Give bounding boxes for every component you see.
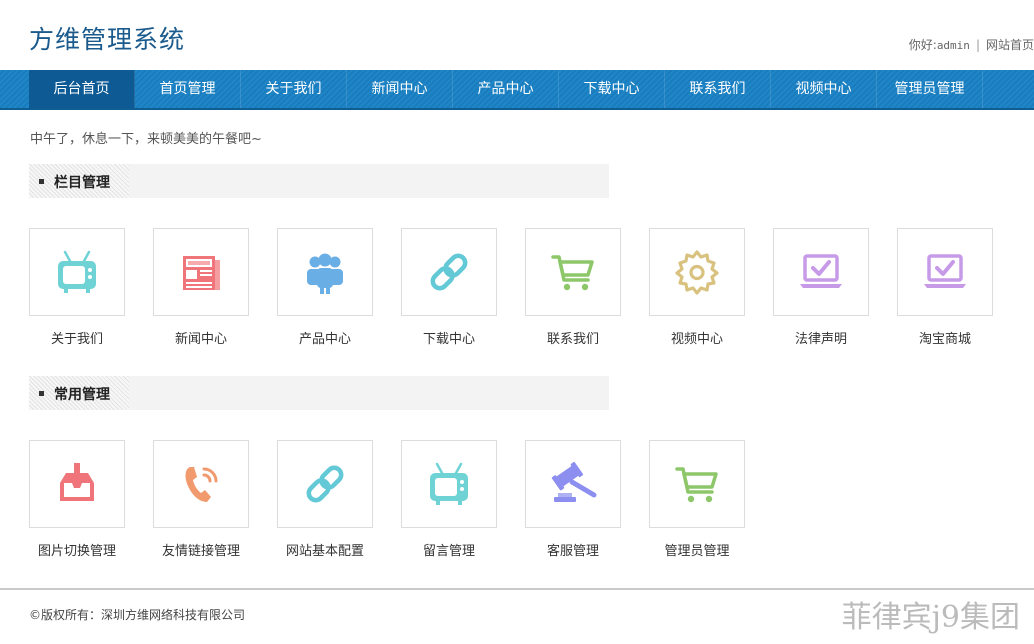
tile-tv[interactable]: 关于我们 [29,228,125,347]
section-header-common-management: 常用管理 [29,376,609,410]
nav-item-0[interactable]: 后台首页 [29,70,135,108]
laptop-check-icon [800,254,842,288]
tile-icon-box[interactable] [401,440,497,528]
footer-divider [0,588,1034,590]
site-title: 方维管理系统 [29,25,186,54]
nav-item-8[interactable]: 管理员管理 [877,70,983,108]
nav-item-6[interactable]: 联系我们 [665,70,771,108]
tile-gavel[interactable]: 客服管理 [525,440,621,559]
tv-icon [430,462,468,505]
tv-icon [58,250,96,293]
main-nav: 后台首页 首页管理 关于我们 新闻中心 产品中心 下载中心 联系我们 视频中心 管理员管理 [0,70,1034,110]
nav-list: 后台首页 首页管理 关于我们 新闻中心 产品中心 下载中心 联系我们 视频中心 管理员管理 [29,70,983,110]
section-header-column-management: 栏目管理 [29,164,609,198]
tile-label[interactable]: 视频中心 [649,328,745,347]
tile-label[interactable]: 新闻中心 [153,328,249,347]
username: admin [936,39,970,52]
column-management-grid: 关于我们 新闻中心 产品中心 下载中心 联系我们 视频中心 法律声明 淘宝商城 [29,228,1021,347]
gear-icon [675,250,719,295]
users-icon [307,253,343,294]
tile-laptop-check[interactable]: 淘宝商城 [897,228,993,347]
watermark-text: 菲律宾j9集团 [841,600,1020,635]
tile-label[interactable]: 产品中心 [277,328,373,347]
tile-label[interactable]: 留言管理 [401,540,497,559]
nav-item-2[interactable]: 关于我们 [241,70,347,108]
separator: | [975,38,980,52]
tile-icon-box[interactable] [525,228,621,316]
tile-icon-box[interactable] [773,228,869,316]
tile-label[interactable]: 客服管理 [525,540,621,559]
nav-item-3[interactable]: 新闻中心 [347,70,453,108]
tile-users[interactable]: 产品中心 [277,228,373,347]
greeting-message: 中午了，休息一下，来顿美美的午餐吧~ [30,132,262,147]
tile-icon-box[interactable] [897,228,993,316]
top-user-bar: 你好:admin | 网站首页 [909,36,1034,53]
tile-icon-box[interactable] [153,228,249,316]
header: 方维管理系统 你好:admin | 网站首页 [0,0,1034,70]
tile-icon-box[interactable] [29,228,125,316]
tile-icon-box[interactable] [401,228,497,316]
tile-icon-box[interactable] [649,440,745,528]
tile-icon-box[interactable] [29,440,125,528]
tile-icon-box[interactable] [277,440,373,528]
tile-phone[interactable]: 友情链接管理 [153,440,249,559]
common-management-grid: 图片切换管理 友情链接管理 网站基本配置 留言管理 客服管理 管理员管理 [29,440,773,559]
tile-link[interactable]: 下载中心 [401,228,497,347]
tile-label[interactable]: 下载中心 [401,328,497,347]
section-bullet [39,179,44,184]
section-title: 常用管理 [54,387,110,403]
section-bullet [39,391,44,396]
tile-label[interactable]: 网站基本配置 [277,540,373,559]
tile-label[interactable]: 法律声明 [773,328,869,347]
tile-label[interactable]: 管理员管理 [649,540,745,559]
nav-item-1[interactable]: 首页管理 [135,70,241,108]
cart-icon [551,255,594,291]
newspaper-icon [183,256,220,290]
website-home-link[interactable]: 网站首页 [986,38,1034,52]
tile-label[interactable]: 联系我们 [525,328,621,347]
tile-icon-box[interactable] [277,228,373,316]
section-title: 栏目管理 [54,175,110,191]
tile-tv[interactable]: 留言管理 [401,440,497,559]
tile-cart[interactable]: 联系我们 [525,228,621,347]
tile-icon-box[interactable] [525,440,621,528]
tile-gear[interactable]: 视频中心 [649,228,745,347]
tile-label[interactable]: 淘宝商城 [897,328,993,347]
tile-link[interactable]: 网站基本配置 [277,440,373,559]
tile-icon-box[interactable] [153,440,249,528]
tile-label[interactable]: 图片切换管理 [29,540,125,559]
tile-label[interactable]: 友情链接管理 [153,540,249,559]
nav-item-5[interactable]: 下载中心 [559,70,665,108]
nav-item-4[interactable]: 产品中心 [453,70,559,108]
link-icon [430,253,468,291]
laptop-check-icon [924,254,966,288]
tile-laptop-check[interactable]: 法律声明 [773,228,869,347]
tile-newspaper[interactable]: 新闻中心 [153,228,249,347]
greeting-prefix: 你好: [908,38,937,52]
link-icon [306,465,344,503]
inbox-download-icon [60,463,94,501]
tile-label[interactable]: 关于我们 [29,328,125,347]
gavel-icon [551,461,597,502]
cart-icon [675,467,718,503]
nav-item-7[interactable]: 视频中心 [771,70,877,108]
tile-cart[interactable]: 管理员管理 [649,440,745,559]
tile-icon-box[interactable] [649,228,745,316]
tile-inbox-download[interactable]: 图片切换管理 [29,440,125,559]
phone-icon [185,467,218,502]
copyright-text: ©版权所有：深圳方维网络科技有限公司 [29,608,246,622]
